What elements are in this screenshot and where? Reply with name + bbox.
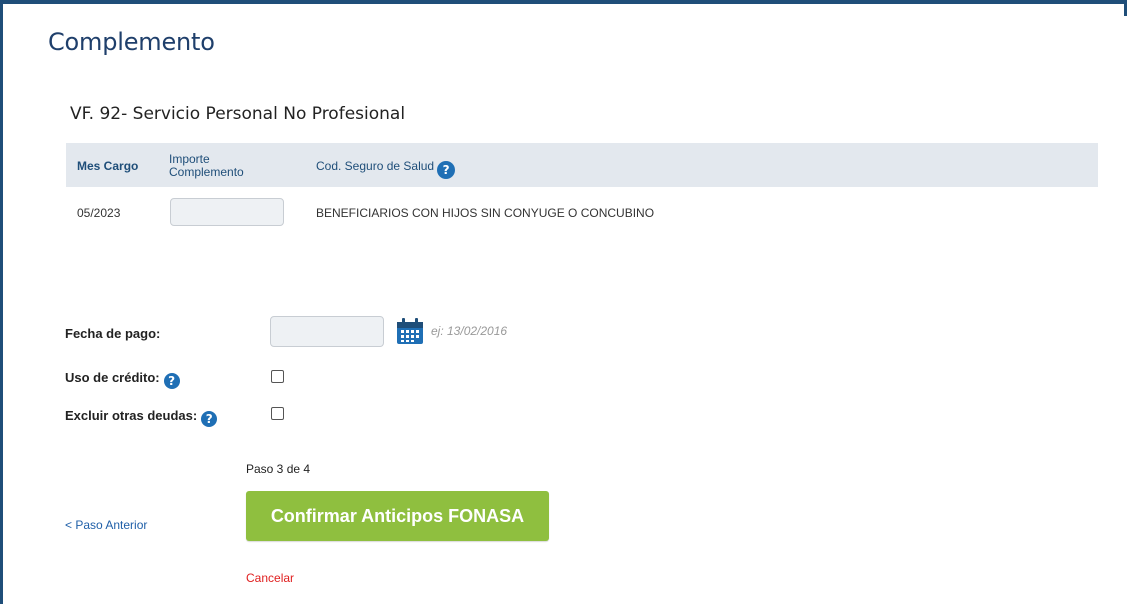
excluir-deudas-label: Excluir otras deudas:? [65,408,218,427]
help-icon[interactable]: ? [201,411,218,427]
importe-complemento-input[interactable] [170,198,284,226]
header-importe-complemento: Importe Complemento [169,152,244,179]
previous-step-link[interactable]: < Paso Anterior [65,518,147,532]
page-title: Complemento [48,28,215,56]
header-cod-seguro-label: Cod. Seguro de Salud [316,159,435,173]
date-format-hint: ej: 13/02/2016 [431,324,508,338]
fecha-pago-label: Fecha de pago: [65,326,161,341]
section-title: VF. 92- Servicio Personal No Profesional [70,104,406,124]
help-icon[interactable]: ? [163,373,180,389]
row-cod-seguro: BENEFICIARIOS CON HIJOS SIN CONYUGE O CO… [316,206,655,220]
excluir-deudas-text: Excluir otras deudas: [65,408,198,423]
row-mes-cargo: 05/2023 [77,206,121,220]
window-frame-top [0,0,1127,4]
calendar-icon[interactable] [395,316,425,346]
uso-credito-text: Uso de crédito: [65,370,160,385]
confirm-button[interactable]: Confirmar Anticipos FONASA [246,491,549,541]
header-cod-seguro: Cod. Seguro de Salud? [316,159,456,179]
step-indicator: Paso 3 de 4 [246,462,311,476]
uso-credito-label: Uso de crédito:? [65,370,180,389]
cancel-link[interactable]: Cancelar [246,571,294,585]
header-mes-cargo: Mes Cargo [77,159,139,173]
fecha-pago-input[interactable] [270,316,384,347]
help-icon[interactable]: ? [437,161,456,179]
table-header: Mes Cargo Importe Complemento Cod. Segur… [66,143,1098,187]
uso-credito-checkbox[interactable] [271,370,284,383]
excluir-deudas-checkbox[interactable] [271,407,284,420]
window-frame-left [0,0,3,604]
